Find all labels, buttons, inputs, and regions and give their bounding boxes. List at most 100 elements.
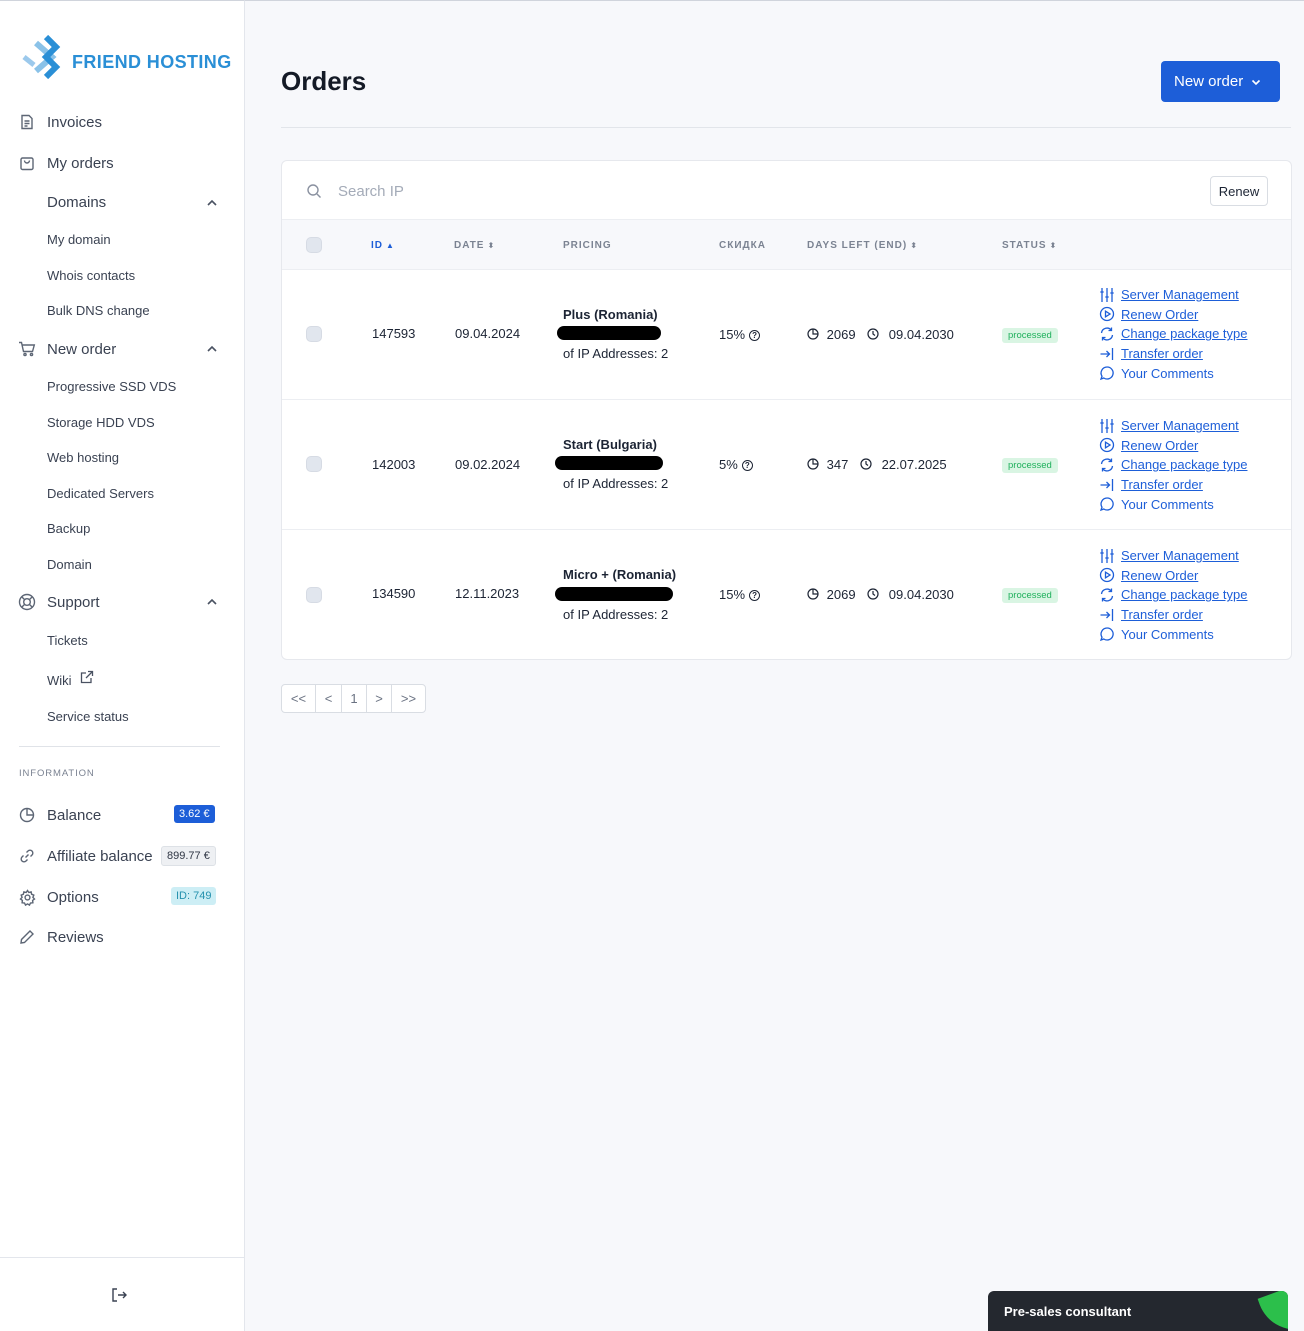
play-circle-icon bbox=[1099, 306, 1115, 322]
chevron-down-icon bbox=[1252, 79, 1261, 85]
nav-domain[interactable]: Domain bbox=[47, 557, 92, 572]
server-management-link[interactable]: Server Management bbox=[1099, 285, 1247, 305]
row-checkbox[interactable] bbox=[306, 456, 322, 472]
transfer-order-link[interactable]: Transfer order bbox=[1099, 344, 1247, 364]
order-date: 09.02.2024 bbox=[455, 457, 521, 472]
nav-new-order[interactable]: New order bbox=[18, 340, 116, 358]
nav-domains[interactable]: Domains bbox=[47, 194, 106, 211]
row-checkbox[interactable] bbox=[306, 587, 322, 603]
transfer-order-link[interactable]: Transfer order bbox=[1099, 475, 1247, 495]
column-id[interactable]: ID ▲ bbox=[371, 240, 395, 251]
nav-dedicated-servers[interactable]: Dedicated Servers bbox=[47, 486, 154, 501]
action-label: Server Management bbox=[1121, 287, 1239, 303]
brand-logo[interactable]: FRIEND HOSTING bbox=[22, 35, 232, 79]
link-icon bbox=[18, 847, 36, 865]
refresh-icon bbox=[1099, 326, 1115, 342]
sliders-icon bbox=[1099, 287, 1115, 303]
question-icon[interactable]: ? bbox=[749, 590, 761, 601]
nav-options-label: Options bbox=[47, 888, 99, 906]
server-management-link[interactable]: Server Management bbox=[1099, 546, 1247, 566]
nav-progressive-ssd-vds[interactable]: Progressive SSD VDS bbox=[47, 379, 176, 394]
presales-chat-label: Pre-sales consultant bbox=[1004, 1304, 1132, 1319]
header-divider bbox=[281, 127, 1291, 128]
nav-backup[interactable]: Backup bbox=[47, 521, 90, 536]
order-discount-value: 15% bbox=[719, 327, 746, 342]
server-management-link[interactable]: Server Management bbox=[1099, 416, 1247, 436]
order-discount: 15%? bbox=[719, 587, 761, 602]
action-label: Server Management bbox=[1121, 548, 1239, 564]
your-comments-link[interactable]: Your Comments bbox=[1099, 363, 1247, 383]
search-ip-input[interactable] bbox=[338, 177, 838, 205]
nav-my-domain[interactable]: My domain bbox=[47, 232, 111, 247]
page-first-button[interactable]: << bbox=[282, 685, 316, 712]
nav-balance[interactable]: Balance bbox=[18, 806, 101, 824]
page-last-button[interactable]: >> bbox=[392, 685, 425, 712]
nav-wiki[interactable]: Wiki bbox=[47, 670, 94, 688]
nav-reviews[interactable]: Reviews bbox=[18, 928, 104, 946]
nav-tickets[interactable]: Tickets bbox=[47, 633, 88, 648]
balance-badge: 3.62 € bbox=[174, 805, 215, 823]
order-id: 147593 bbox=[372, 326, 416, 341]
chevron-up-icon[interactable] bbox=[206, 343, 218, 355]
redacted-ip bbox=[557, 326, 661, 340]
table-row: 134590 12.11.2023 Micro + (Romania) of I… bbox=[282, 530, 1291, 660]
nav-web-hosting[interactable]: Web hosting bbox=[47, 450, 119, 465]
nav-my-orders[interactable]: My orders bbox=[18, 154, 114, 172]
clock-icon bbox=[867, 588, 879, 600]
chat-leaf-icon bbox=[1257, 1291, 1288, 1331]
column-status[interactable]: STATUS ⬍ bbox=[1002, 240, 1057, 251]
page-next-button[interactable]: > bbox=[367, 685, 392, 712]
question-icon[interactable]: ? bbox=[741, 460, 753, 471]
change-package-link[interactable]: Change package type bbox=[1099, 324, 1247, 344]
redacted-ip bbox=[555, 587, 673, 601]
new-order-button[interactable]: New order bbox=[1161, 61, 1280, 102]
chevron-up-icon[interactable] bbox=[206, 197, 218, 209]
order-end-date: 09.04.2030 bbox=[888, 327, 954, 342]
column-id-label: ID bbox=[371, 240, 383, 251]
comment-icon bbox=[1099, 626, 1115, 642]
select-all-checkbox[interactable] bbox=[306, 237, 322, 253]
renew-button[interactable]: Renew bbox=[1210, 176, 1268, 206]
renew-order-link[interactable]: Renew Order bbox=[1099, 566, 1247, 586]
question-icon[interactable]: ? bbox=[749, 330, 761, 341]
page-prev-button[interactable]: < bbox=[316, 685, 342, 712]
column-date[interactable]: DATE ⬍ bbox=[454, 240, 495, 251]
nav-whois-contacts[interactable]: Whois contacts bbox=[47, 268, 135, 283]
presales-chat-widget[interactable]: Pre-sales consultant bbox=[988, 1291, 1288, 1331]
refresh-icon bbox=[1099, 457, 1115, 473]
transfer-icon bbox=[1099, 477, 1115, 493]
action-label: Renew Order bbox=[1121, 567, 1199, 583]
your-comments-link[interactable]: Your Comments bbox=[1099, 624, 1247, 644]
chevron-up-icon[interactable] bbox=[206, 596, 218, 608]
your-comments-link[interactable]: Your Comments bbox=[1099, 494, 1247, 514]
document-icon bbox=[18, 113, 36, 131]
refresh-icon bbox=[1099, 587, 1115, 603]
order-discount-value: 15% bbox=[719, 587, 746, 602]
nav-options[interactable]: Options bbox=[18, 888, 99, 906]
page-number-button[interactable]: 1 bbox=[342, 685, 367, 712]
change-package-link[interactable]: Change package type bbox=[1099, 585, 1247, 605]
nav-affiliate-balance[interactable]: Affiliate balance bbox=[18, 847, 153, 865]
change-package-link[interactable]: Change package type bbox=[1099, 455, 1247, 475]
transfer-order-link[interactable]: Transfer order bbox=[1099, 605, 1247, 625]
order-days-value: 347 bbox=[826, 457, 849, 472]
sort-icon: ⬍ bbox=[1049, 241, 1058, 250]
order-date: 12.11.2023 bbox=[455, 586, 520, 601]
logout-icon[interactable] bbox=[110, 1286, 128, 1304]
order-days-value: 2069 bbox=[826, 587, 856, 602]
renew-order-link[interactable]: Renew Order bbox=[1099, 305, 1247, 325]
nav-bulk-dns-change[interactable]: Bulk DNS change bbox=[47, 303, 150, 318]
sliders-icon bbox=[1099, 418, 1115, 434]
nav-storage-hdd-vds[interactable]: Storage HDD VDS bbox=[47, 415, 155, 430]
row-actions: Server Management Renew Order Change pac… bbox=[1099, 285, 1247, 383]
table-row: 142003 09.02.2024 Start (Bulgaria) of IP… bbox=[282, 400, 1291, 530]
action-label: Transfer order bbox=[1121, 346, 1203, 362]
column-days-left[interactable]: DAYS LEFT (END) ⬍ bbox=[807, 240, 918, 251]
nav-service-status[interactable]: Service status bbox=[47, 709, 129, 724]
nav-support[interactable]: Support bbox=[18, 593, 100, 611]
row-checkbox[interactable] bbox=[306, 326, 322, 342]
renew-order-link[interactable]: Renew Order bbox=[1099, 436, 1247, 456]
nav-invoices[interactable]: Invoices bbox=[18, 113, 102, 131]
page-title: Orders bbox=[281, 66, 367, 96]
column-discount: СКИДКА bbox=[719, 240, 766, 251]
